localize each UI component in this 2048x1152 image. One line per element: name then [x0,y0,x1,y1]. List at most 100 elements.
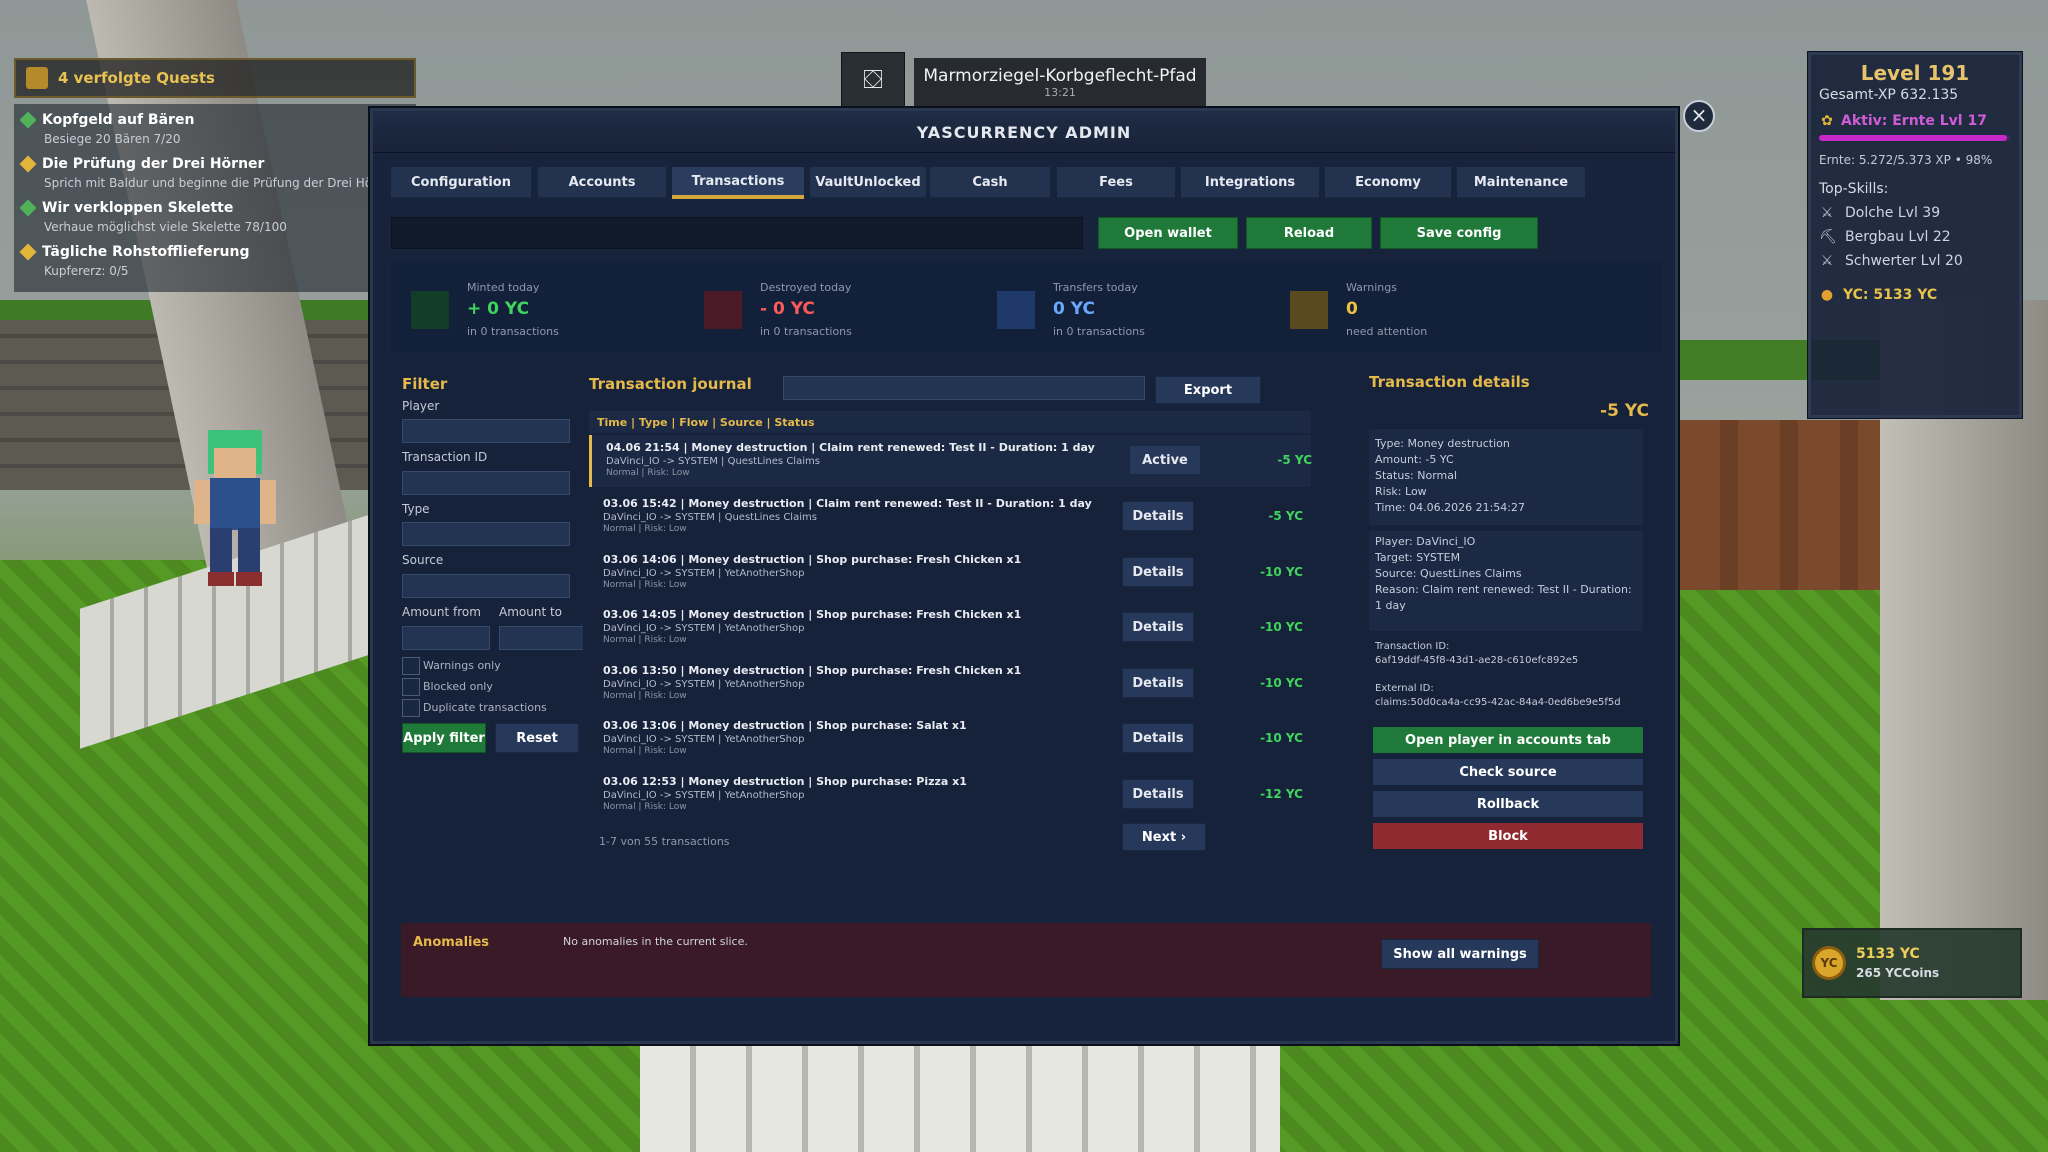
detail-reason-cont: 1 day [1375,599,1406,612]
details-amount: -5 YC [1600,401,1649,421]
apply-filter-button[interactable]: Apply filter [402,723,486,753]
details-title: Transaction details [1369,373,1530,391]
quest-item[interactable]: Wir verkloppen Skelette Verhaue möglichs… [14,196,416,240]
filter-title: Filter [402,375,448,393]
stat-sub: in 0 transactions [1053,325,1145,338]
txid-value: 6af19ddf-45f8-43d1-ae28-c610efc892e5 [1375,655,1579,666]
location-block-icon: ⛋ [841,52,905,108]
close-button[interactable]: × [1683,100,1715,132]
table-row[interactable]: 03.06 12:53 | Money destruction | Shop p… [589,769,1311,821]
tx-flow: DaVinci_IO -> SYSTEM | YetAnotherShop [603,623,805,634]
active-skill-progress-fill [1819,135,2008,141]
details-button[interactable]: Details [1122,612,1194,642]
journal-panel: Transaction journal Export Time | Type |… [583,361,1319,921]
window-title: YASCURRENCY ADMIN [373,111,1675,153]
tab-integrations[interactable]: Integrations [1181,167,1319,199]
pickaxe-icon: ⛏ [1819,229,1837,245]
quest-item[interactable]: Die Prüfung der Drei Hörner Sprich mit B… [14,152,416,196]
tx-amount: -10 YC [1260,620,1303,634]
amount-to-label: Amount to [499,605,563,619]
tx-flow: DaVinci_IO -> SYSTEM | QuestLines Claims [606,456,820,467]
quest-progress: Kupfererz: 0/5 [44,264,129,278]
table-row[interactable]: 03.06 13:06 | Money destruction | Shop p… [589,713,1311,765]
skill-label: Dolche Lvl 39 [1845,205,1941,221]
type-input[interactable] [402,522,570,546]
destroyed-color-swatch [704,291,742,329]
amount-to-input[interactable] [499,626,587,650]
tx-flow: DaVinci_IO -> SYSTEM | YetAnotherShop [603,568,805,579]
details-button[interactable]: Details [1122,668,1194,698]
tab-configuration[interactable]: Configuration [391,167,531,199]
table-row[interactable]: 03.06 14:05 | Money destruction | Shop p… [589,602,1311,654]
active-button[interactable]: Active [1129,445,1201,475]
tx-status: Normal | Risk: Low [603,802,687,812]
tx-summary: 03.06 14:06 | Money destruction | Shop p… [603,553,1022,566]
journal-title: Transaction journal [589,375,752,393]
details-button[interactable]: Details [1122,557,1194,587]
table-row[interactable]: 04.06 21:54 | Money destruction | Claim … [589,435,1312,487]
duplicates-label: Duplicate transactions [423,701,547,714]
tx-summary: 03.06 13:06 | Money destruction | Shop p… [603,719,967,732]
tab-vaultunlocked[interactable]: VaultUnlocked [810,167,926,199]
tx-flow: DaVinci_IO -> SYSTEM | YetAnotherShop [603,679,805,690]
active-skill: ✿ Aktiv: Ernte Lvl 17 [1819,113,2011,129]
open-wallet-button[interactable]: Open wallet [1098,217,1238,249]
table-row[interactable]: 03.06 14:06 | Money destruction | Shop p… [589,547,1311,599]
stat-label: Minted today [467,281,540,294]
tab-fees[interactable]: Fees [1057,167,1175,199]
duplicates-checkbox[interactable] [402,699,420,717]
stat-value: 0 [1346,299,1358,319]
rollback-button[interactable]: Rollback [1373,791,1643,817]
table-row[interactable]: 03.06 15:42 | Money destruction | Claim … [589,491,1311,543]
tab-economy[interactable]: Economy [1325,167,1451,199]
tab-maintenance[interactable]: Maintenance [1457,167,1585,199]
details-button[interactable]: Details [1122,779,1194,809]
next-page-button[interactable]: Next › [1122,823,1206,851]
block-button[interactable]: Block [1373,823,1643,849]
active-skill-label: Aktiv: Ernte Lvl 17 [1841,113,1987,129]
blocked-only-checkbox[interactable] [402,678,420,696]
skill-label: Schwerter Lvl 20 [1845,253,1963,269]
tx-status: Normal | Risk: Low [603,524,687,534]
quest-tracker-header[interactable]: 4 verfolgte Quests [14,58,416,98]
player-label: Player [402,399,440,413]
quest-marker-icon [19,243,37,261]
save-config-button[interactable]: Save config [1380,217,1538,249]
warnings-only-checkbox[interactable] [402,657,420,675]
source-input[interactable] [402,574,570,598]
search-input[interactable] [391,217,1083,249]
quest-item[interactable]: Tägliche Rohstofflieferung Kupfererz: 0/… [14,240,416,284]
detail-reason: Reason: Claim rent renewed: Test II - Du… [1375,583,1632,596]
minted-color-swatch [411,291,449,329]
quest-progress: Besiege 20 Bären 7/20 [44,132,181,146]
reset-button[interactable]: Reset [495,723,579,753]
export-button[interactable]: Export [1155,376,1261,404]
tx-amount: -10 YC [1260,676,1303,690]
player-input[interactable] [402,419,570,443]
stat-label: Warnings [1346,281,1397,294]
details-button[interactable]: Details [1122,501,1194,531]
check-source-button[interactable]: Check source [1373,759,1643,785]
tab-cash[interactable]: Cash [930,167,1050,199]
quest-item[interactable]: Kopfgeld auf Bären Besiege 20 Bären 7/20 [14,108,416,152]
quest-progress: Sprich mit Baldur und beginne die Prüfun… [44,176,370,190]
game-time: 13:21 [1044,85,1076,99]
quest-tracker: 4 verfolgte Quests Kopfgeld auf Bären Be… [14,58,416,292]
tab-transactions[interactable]: Transactions [672,167,804,199]
tx-status: Normal | Risk: Low [603,580,687,590]
coin-pile-icon: ● [1820,287,1834,303]
amount-from-input[interactable] [402,626,490,650]
details-button[interactable]: Details [1122,723,1194,753]
tab-accounts[interactable]: Accounts [538,167,666,199]
txid-input[interactable] [402,471,570,495]
tx-amount: -5 YC [1277,453,1312,467]
detail-amount: Amount: -5 YC [1375,453,1454,466]
journal-search-input[interactable] [783,376,1145,400]
tx-flow: DaVinci_IO -> SYSTEM | YetAnotherShop [603,790,805,801]
reload-button[interactable]: Reload [1246,217,1372,249]
skill-mining: ⛏ Bergbau Lvl 22 [1819,229,2011,245]
coin-count: 265 YCCoins [1856,966,1940,980]
open-player-button[interactable]: Open player in accounts tab [1373,727,1643,753]
table-row[interactable]: 03.06 13:50 | Money destruction | Shop p… [589,658,1311,710]
show-all-warnings-button[interactable]: Show all warnings [1381,939,1539,969]
